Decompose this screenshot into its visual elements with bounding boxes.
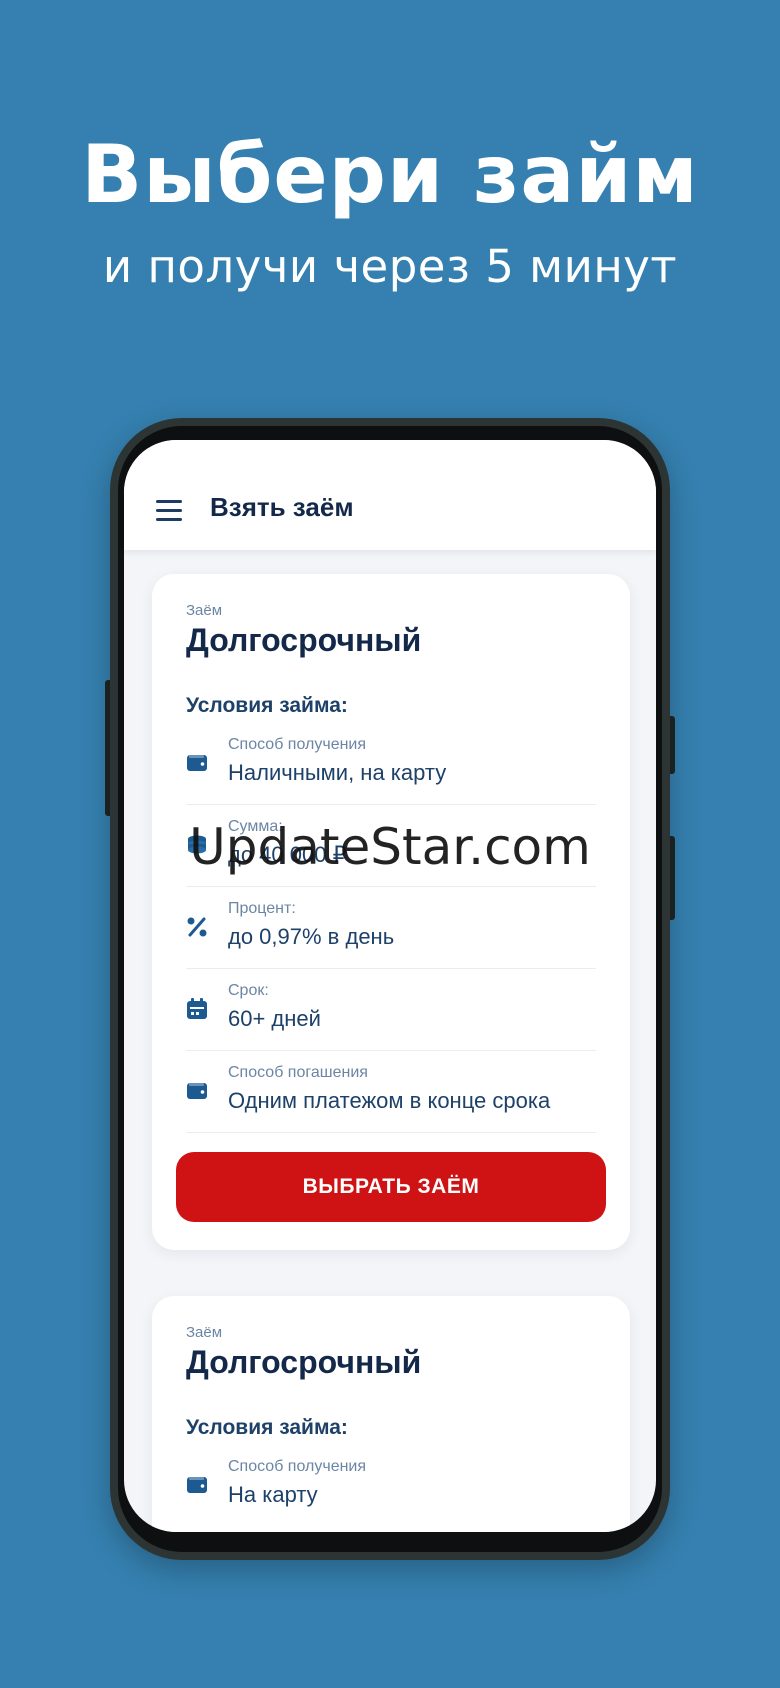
condition-value: 60+ дней (228, 1006, 321, 1031)
condition-label: Способ получения (228, 1458, 367, 1475)
condition-label: Сумма: (228, 818, 283, 835)
condition-row-percent: Процент: до 0,97% в день (186, 886, 596, 969)
calendar-icon (186, 998, 208, 1020)
app-bar: Взять заём (124, 440, 656, 550)
condition-label: Способ получения (228, 736, 367, 753)
condition-label: Процент: (228, 900, 296, 917)
loan-kicker: Заём (186, 1324, 223, 1341)
condition-row-receive: Способ получения Наличными, на карту (186, 722, 596, 805)
promo-headline: Выбери займ (81, 128, 699, 221)
condition-row-receive: Способ получения На карту (186, 1444, 596, 1526)
phone-screen: Взять заём Заём Долгосрочный Условия зай… (124, 440, 656, 1532)
loan-title: Долгосрочный (186, 622, 422, 658)
loan-title: Долгосрочный (186, 1344, 422, 1380)
condition-value: до 0,97% в день (228, 924, 395, 949)
loan-card: Заём Долгосрочный Условия займа: Способ … (152, 1296, 630, 1532)
loan-kicker: Заём (186, 602, 223, 619)
condition-label: Способ погашения (228, 1064, 368, 1081)
condition-row-repayment: Способ погашения Одним платежом в конце … (186, 1050, 596, 1133)
choose-loan-button[interactable]: ВЫБРАТЬ ЗАЁМ (176, 1152, 606, 1222)
condition-value: На карту (228, 1482, 318, 1507)
wallet-icon (186, 752, 208, 774)
condition-row-term: Срок: 60+ дней (186, 968, 596, 1051)
condition-value: до 40 000 ₽ (228, 842, 347, 867)
condition-row-amount: Сумма: до 40 000 ₽ (186, 804, 596, 887)
page-title: Взять заём (210, 492, 354, 522)
wallet-icon (186, 1080, 208, 1102)
wallet-icon (186, 1474, 208, 1496)
conditions-title: Условия займа: (186, 1416, 348, 1439)
hamburger-menu-icon[interactable] (156, 500, 184, 522)
loan-card: Заём Долгосрочный Условия займа: Способ … (152, 574, 630, 1250)
coins-icon (186, 834, 208, 856)
condition-label: Срок: (228, 982, 269, 999)
percent-icon (186, 916, 208, 938)
condition-value: Наличными, на карту (228, 760, 447, 785)
promo-subline: и получи через 5 минут (102, 240, 678, 293)
condition-value: Одним платежом в конце срока (228, 1088, 551, 1113)
conditions-title: Условия займа: (186, 694, 348, 717)
